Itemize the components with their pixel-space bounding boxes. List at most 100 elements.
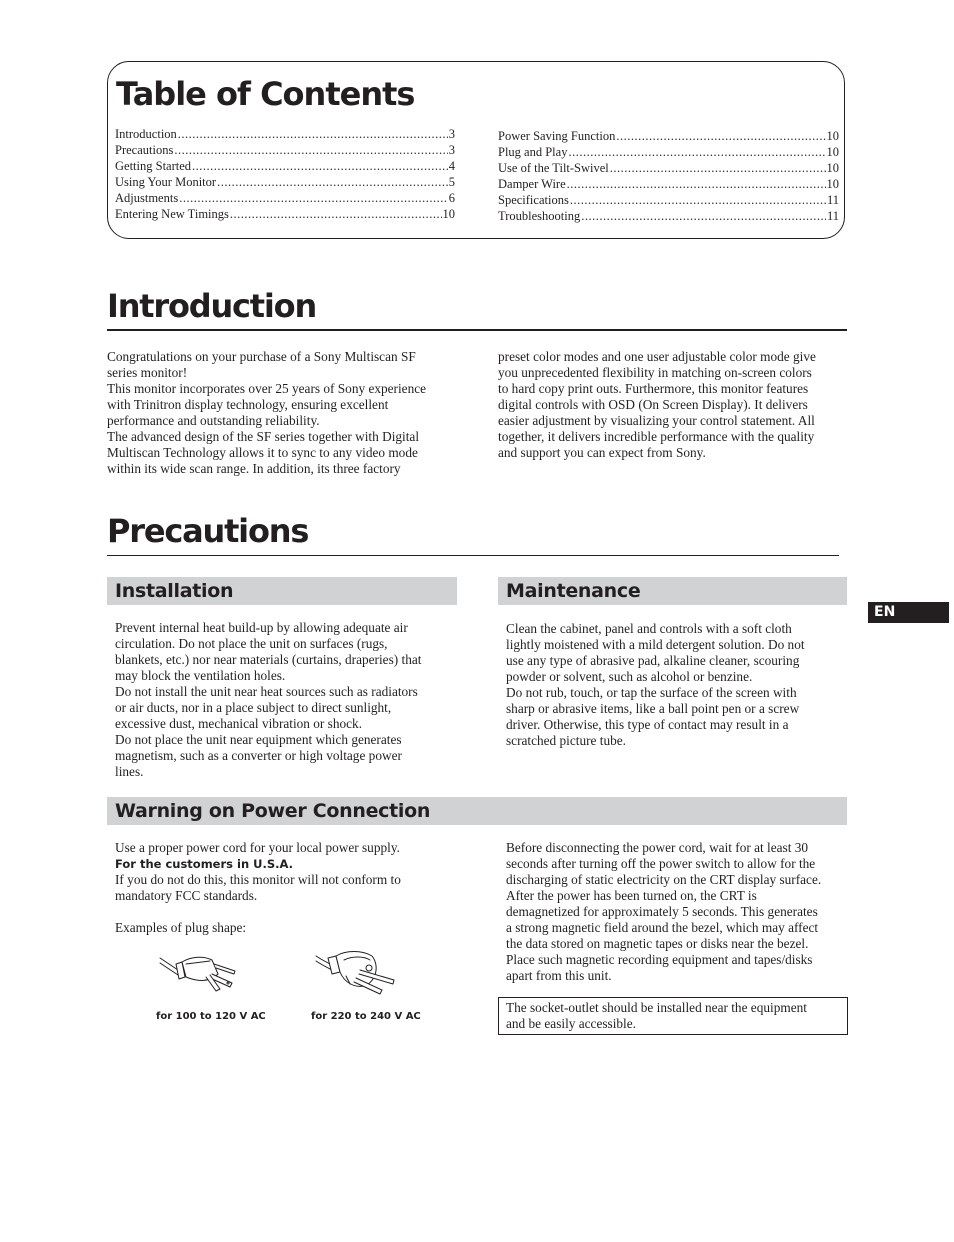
text-line: the data stored on magnetic tapes or dis…: [506, 936, 809, 951]
text-line: Prevent internal heat build-up by allowi…: [115, 620, 408, 635]
text-line: Do not install the unit near heat source…: [115, 684, 418, 699]
installation-text: Prevent internal heat build-up by allowi…: [115, 620, 465, 780]
text-line: After the power has been turned on, the …: [506, 888, 757, 903]
text-line: scratched picture tube.: [506, 733, 626, 748]
toc-entry-label: Adjustments: [115, 191, 179, 205]
text-line: you unprecedented flexibility in matchin…: [498, 365, 812, 380]
text-line: easier adjustment by visualizing your co…: [498, 413, 815, 428]
text-line: If you do not do this, this monitor will…: [115, 872, 401, 887]
toc-leader-dots: [568, 144, 825, 160]
text-line: Use a proper power cord for your local p…: [115, 840, 400, 855]
text-line: seconds after turning off the power swit…: [506, 856, 816, 871]
introduction-heading: Introduction: [107, 287, 317, 325]
toc-entry[interactable]: Using Your Monitor 5: [115, 174, 455, 190]
text-line: discharging of static electricity on the…: [506, 872, 822, 887]
toc-entry-label: Power Saving Function: [498, 129, 616, 143]
text-line: The socket-outlet should be installed ne…: [506, 1000, 807, 1015]
toc-entry[interactable]: Specifications 11: [498, 192, 839, 208]
toc-entry[interactable]: Troubleshooting 11: [498, 208, 839, 224]
text-line: preset color modes and one user adjustab…: [498, 349, 816, 364]
power-warning-band: Warning on Power Connection: [107, 797, 847, 825]
text-line: blankets, etc.) nor near materials (curt…: [115, 652, 422, 667]
text-line: digital controls with OSD (On Screen Dis…: [498, 397, 808, 412]
text-line: apart from this unit.: [506, 968, 612, 983]
text-line: may block the ventilation holes.: [115, 668, 286, 683]
toc-entry[interactable]: Introduction 3: [115, 126, 455, 142]
power-warning-text-left: Use a proper power cord for your local p…: [115, 840, 475, 936]
toc-title: Table of Contents: [116, 75, 415, 113]
toc-leader-dots: [179, 190, 448, 206]
text-line: Do not rub, touch, or tap the surface of…: [506, 685, 797, 700]
power-warning-heading: Warning on Power Connection: [115, 800, 431, 822]
text-line: demagnetized for approximately 5 seconds…: [506, 904, 818, 919]
introduction-rule: [107, 329, 847, 331]
introduction-text-left: Congratulations on your purchase of a So…: [107, 349, 467, 477]
toc-leader-dots: [217, 174, 448, 190]
toc-box: Table of Contents Introduction 3 Precauti…: [107, 61, 845, 239]
us-plug-icon: [159, 956, 236, 992]
toc-entry-page: 10: [826, 129, 840, 143]
text-line: use any type of abrasive pad, alkaline c…: [506, 653, 800, 668]
text-line: lightly moistened with a mild detergent …: [506, 637, 805, 652]
toc-entry-label: Introduction: [115, 127, 177, 141]
text-line: series monitor!: [107, 365, 188, 380]
text-line: Before disconnecting the power cord, wai…: [506, 840, 809, 855]
toc-leader-dots: [581, 208, 826, 224]
text-line: sharp or abrasive items, like a ball poi…: [506, 701, 800, 716]
usa-customers-heading: For the customers in U.S.A.: [115, 857, 293, 871]
text-line: a strong magnetic field around the bezel…: [506, 920, 819, 935]
toc-leader-dots: [610, 160, 826, 176]
maintenance-band: Maintenance: [498, 577, 847, 605]
toc-entry[interactable]: Damper Wire 10: [498, 176, 839, 192]
text-line: driver. Otherwise, this type of contact …: [506, 717, 789, 732]
toc-left-column: Introduction 3 Precautions 3 Getting Start…: [115, 126, 455, 222]
precautions-rule: [107, 555, 839, 556]
toc-right-column: Power Saving Function10 Plug and Play10 …: [498, 128, 839, 224]
text-line: Multiscan Technology allows it to sync t…: [107, 445, 418, 460]
toc-leader-dots: [230, 206, 442, 222]
us-plug-caption: for 100 to 120 V AC: [156, 1011, 266, 1022]
text-line: Place such magnetic recording equipment …: [506, 952, 813, 967]
installation-band: Installation: [107, 577, 457, 605]
toc-entry-label: Damper Wire: [498, 177, 566, 191]
plug-examples-label: Examples of plug shape:: [115, 920, 247, 935]
text-line: powder or solvent, such as alcohol or be…: [506, 669, 753, 684]
text-line: within its wide scan range. In addition,…: [107, 461, 401, 476]
toc-entry-label: Use of the Tilt-Swivel: [498, 161, 609, 175]
toc-entry-label: Troubleshooting: [498, 209, 581, 223]
text-line: Congratulations on your purchase of a So…: [107, 349, 416, 364]
text-line: or air ducts, nor in a place subject to …: [115, 700, 392, 715]
installation-heading: Installation: [115, 580, 234, 602]
language-tab-en: EN: [868, 602, 949, 623]
toc-entry[interactable]: Use of the Tilt-Swivel 10: [498, 160, 839, 176]
toc-entry-page: 4: [448, 159, 455, 173]
toc-leader-dots: [178, 126, 448, 142]
introduction-text-right: preset color modes and one user adjustab…: [498, 349, 858, 461]
toc-entry[interactable]: Adjustments 6: [115, 190, 455, 206]
toc-entry[interactable]: Entering New Timings 10: [115, 206, 455, 222]
toc-entry-page: 10: [826, 145, 840, 159]
toc-entry[interactable]: Power Saving Function 10: [498, 128, 839, 144]
precautions-heading: Precautions: [107, 512, 309, 550]
text-line: together, it delivers incredible perform…: [498, 429, 815, 444]
eu-plug-icon: [315, 951, 395, 995]
toc-entry[interactable]: Getting Started 4: [115, 158, 455, 174]
toc-leader-dots: [570, 192, 826, 208]
toc-entry-page: 11: [826, 209, 839, 223]
text-line: to hard copy print outs. Furthermore, th…: [498, 381, 809, 396]
toc-entry-label: Plug and Play: [498, 145, 568, 159]
toc-entry-page: 10: [442, 207, 456, 221]
toc-entry-page: 5: [448, 175, 455, 189]
maintenance-text: Clean the cabinet, panel and controls wi…: [506, 621, 856, 749]
toc-entry-label: Precautions: [115, 143, 174, 157]
eu-plug-caption: for 220 to 240 V AC: [311, 1011, 421, 1022]
text-line: This monitor incorporates over 25 years …: [107, 381, 427, 396]
text-line: mandatory FCC standards.: [115, 888, 258, 903]
text-line: performance and outstanding reliability.: [107, 413, 320, 428]
toc-entry[interactable]: Precautions 3: [115, 142, 455, 158]
toc-leader-dots: [174, 142, 447, 158]
toc-entry-label: Using Your Monitor: [115, 175, 217, 189]
toc-entry[interactable]: Plug and Play 10: [498, 144, 839, 160]
toc-entry-page: 3: [448, 143, 455, 157]
